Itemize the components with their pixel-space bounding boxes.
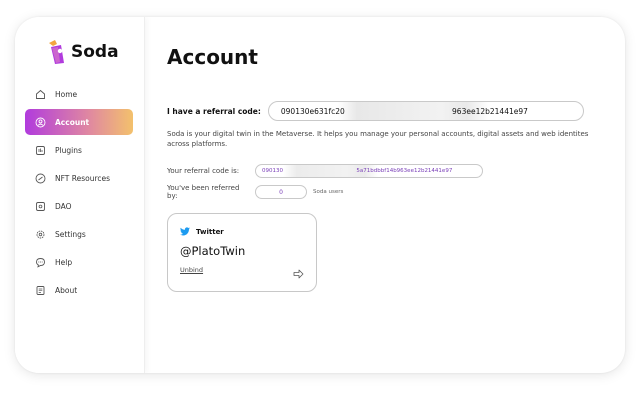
referred-by-label: You've been referred by: [167,184,240,200]
help-icon [35,257,46,268]
sidebar-item-about[interactable]: About [25,277,133,303]
dao-icon [35,201,46,212]
sidebar-item-label: Plugins [55,145,82,155]
sidebar-item-label: About [55,285,78,295]
referred-count: 0 [255,185,307,199]
sidebar-item-label: NFT Resources [55,173,111,183]
about-icon [35,285,46,296]
sidebar-item-label: Settings [55,229,86,239]
sidebar-nav: Home Account Plugins NFT Resources DAO S… [25,81,133,305]
sidebar-item-plugins[interactable]: Plugins [25,137,133,163]
sidebar-item-label: Account [55,117,90,127]
main-content: Account I have a referral code: 090130e6… [167,17,625,373]
plugins-icon [35,145,46,156]
app-name: Soda [71,42,119,62]
sidebar-item-label: Home [55,89,78,99]
twitter-platform-label: Twitter [196,227,224,236]
soda-logo-icon [45,39,67,65]
user-icon [35,117,46,128]
twitter-account-card: Twitter @PlatoTwin Unbind [167,213,317,292]
sidebar-item-nft-resources[interactable]: NFT Resources [25,165,133,191]
sidebar-item-account[interactable]: Account [25,109,133,135]
sidebar-item-home[interactable]: Home [25,81,133,107]
description-text: Soda is your digital twin in the Metaver… [167,130,589,148]
home-icon [35,89,46,100]
sidebar-item-label: DAO [55,201,72,211]
app-window: Soda Home Account Plugins NFT Resources … [15,17,625,373]
sidebar-item-label: Help [55,257,73,267]
sidebar-item-help[interactable]: Help [25,249,133,275]
referred-unit-label: Soda users [313,189,344,195]
sidebar-item-dao[interactable]: DAO [25,193,133,219]
share-arrow-icon[interactable] [293,264,304,283]
referral-code-input[interactable]: 090130e631fc20 963ee12b21441e97 [267,101,584,121]
logo: Soda [45,39,119,65]
unbind-link[interactable]: Unbind [180,266,203,274]
referred-by-row: You've been referred by: 0 Soda users [167,184,343,200]
twitter-card-header: Twitter [180,227,224,236]
twitter-icon [180,227,190,236]
twitter-handle: @PlatoTwin [180,244,246,258]
page-title: Account [167,45,258,69]
your-referral-code-value[interactable]: 090130 5a71bdbbf14b963ee12b21441e97 [255,164,483,178]
referral-code-row: I have a referral code: 090130e631fc20 9… [167,101,584,121]
your-referral-code-row: Your referral code is: 090130 5a71bdbbf1… [167,164,483,178]
sidebar-item-settings[interactable]: Settings [25,221,133,247]
your-referral-code-label: Your referral code is: [167,167,240,175]
gear-icon [35,229,46,240]
nft-icon [35,173,46,184]
referral-code-label: I have a referral code: [167,106,261,116]
sidebar: Soda Home Account Plugins NFT Resources … [15,17,145,373]
